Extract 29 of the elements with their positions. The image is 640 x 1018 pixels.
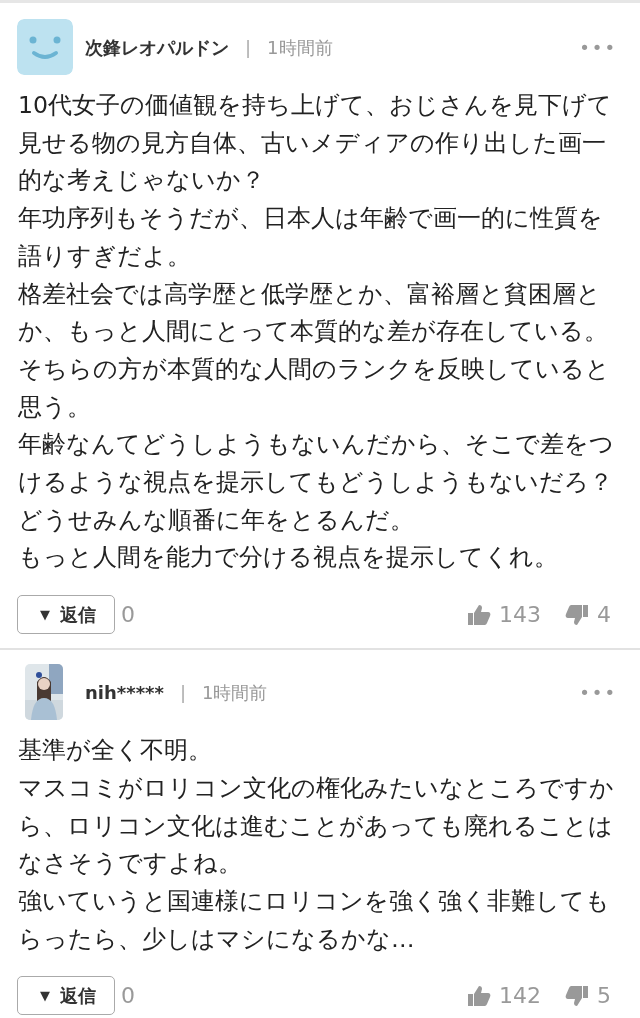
reply-count: 0 — [121, 982, 135, 1011]
timestamp: 1時間前 — [267, 35, 333, 60]
comment-text: 強いていうと国連様にロリコンを強く強く非難してもらったら、少しはマシになるかな… — [18, 885, 611, 955]
comment-text: 年齢なんてどうしようもないんだから、そこで差をつけるような視点を提示してもどうしようもないだろ？どうせみんな順番に年をとるんだ。 — [18, 429, 615, 536]
separator: | — [179, 680, 186, 705]
comment-text: 格差社会では高学歴と低学歴とか、富裕層と貧困層とか、もっと人間にとって本質的な差が存在している。そちらの方が本質的な人間のランクを反映していると思う。 — [18, 278, 611, 423]
comment-text: 10代女子の価値観を持ち上げて、おじさんを見下げて見せる物の見方自体、古いメディアの作り出した画一的な考えじゃないか？ — [18, 90, 614, 197]
like-count: 143 — [499, 601, 541, 630]
comment-text: 基準が全く不明。 — [18, 735, 213, 767]
comment-text: マスコミがロリコン文化の権化みたいなところですから、ロリコン文化は進むことがあっても廃れることはなさそうですよね。 — [18, 772, 615, 880]
timestamp: 1時間前 — [201, 680, 268, 705]
like-count: 142 — [499, 982, 541, 1011]
thumbs-up-icon[interactable] — [467, 984, 491, 1007]
dislike-count: 5 — [597, 982, 611, 1011]
reply-button[interactable]: ▼ 返信 — [17, 595, 115, 635]
author-name: nih***** — [85, 680, 164, 705]
thumbs-down-icon[interactable] — [565, 603, 589, 626]
avatar-icon — [17, 19, 73, 75]
reply-button[interactable]: ▼ 返信 — [17, 976, 115, 1016]
author-name: 次鋒レオパルドン — [85, 35, 229, 60]
thumbs-up-icon[interactable] — [467, 603, 491, 626]
separator: | — [245, 35, 252, 60]
caret-icon: ▼ — [40, 604, 50, 625]
caret-icon: ▼ — [40, 986, 50, 1006]
comment-text: もっと人間を能力で分ける視点を提示してくれ。 — [18, 542, 559, 574]
reply-count: 0 — [121, 601, 135, 630]
dislike-count: 4 — [597, 601, 611, 630]
comment-text: 年功序列もそうだが、日本人は年齢で画一的に性質を語りすぎだよ。 — [18, 203, 604, 272]
thumbs-down-icon[interactable] — [565, 984, 589, 1007]
